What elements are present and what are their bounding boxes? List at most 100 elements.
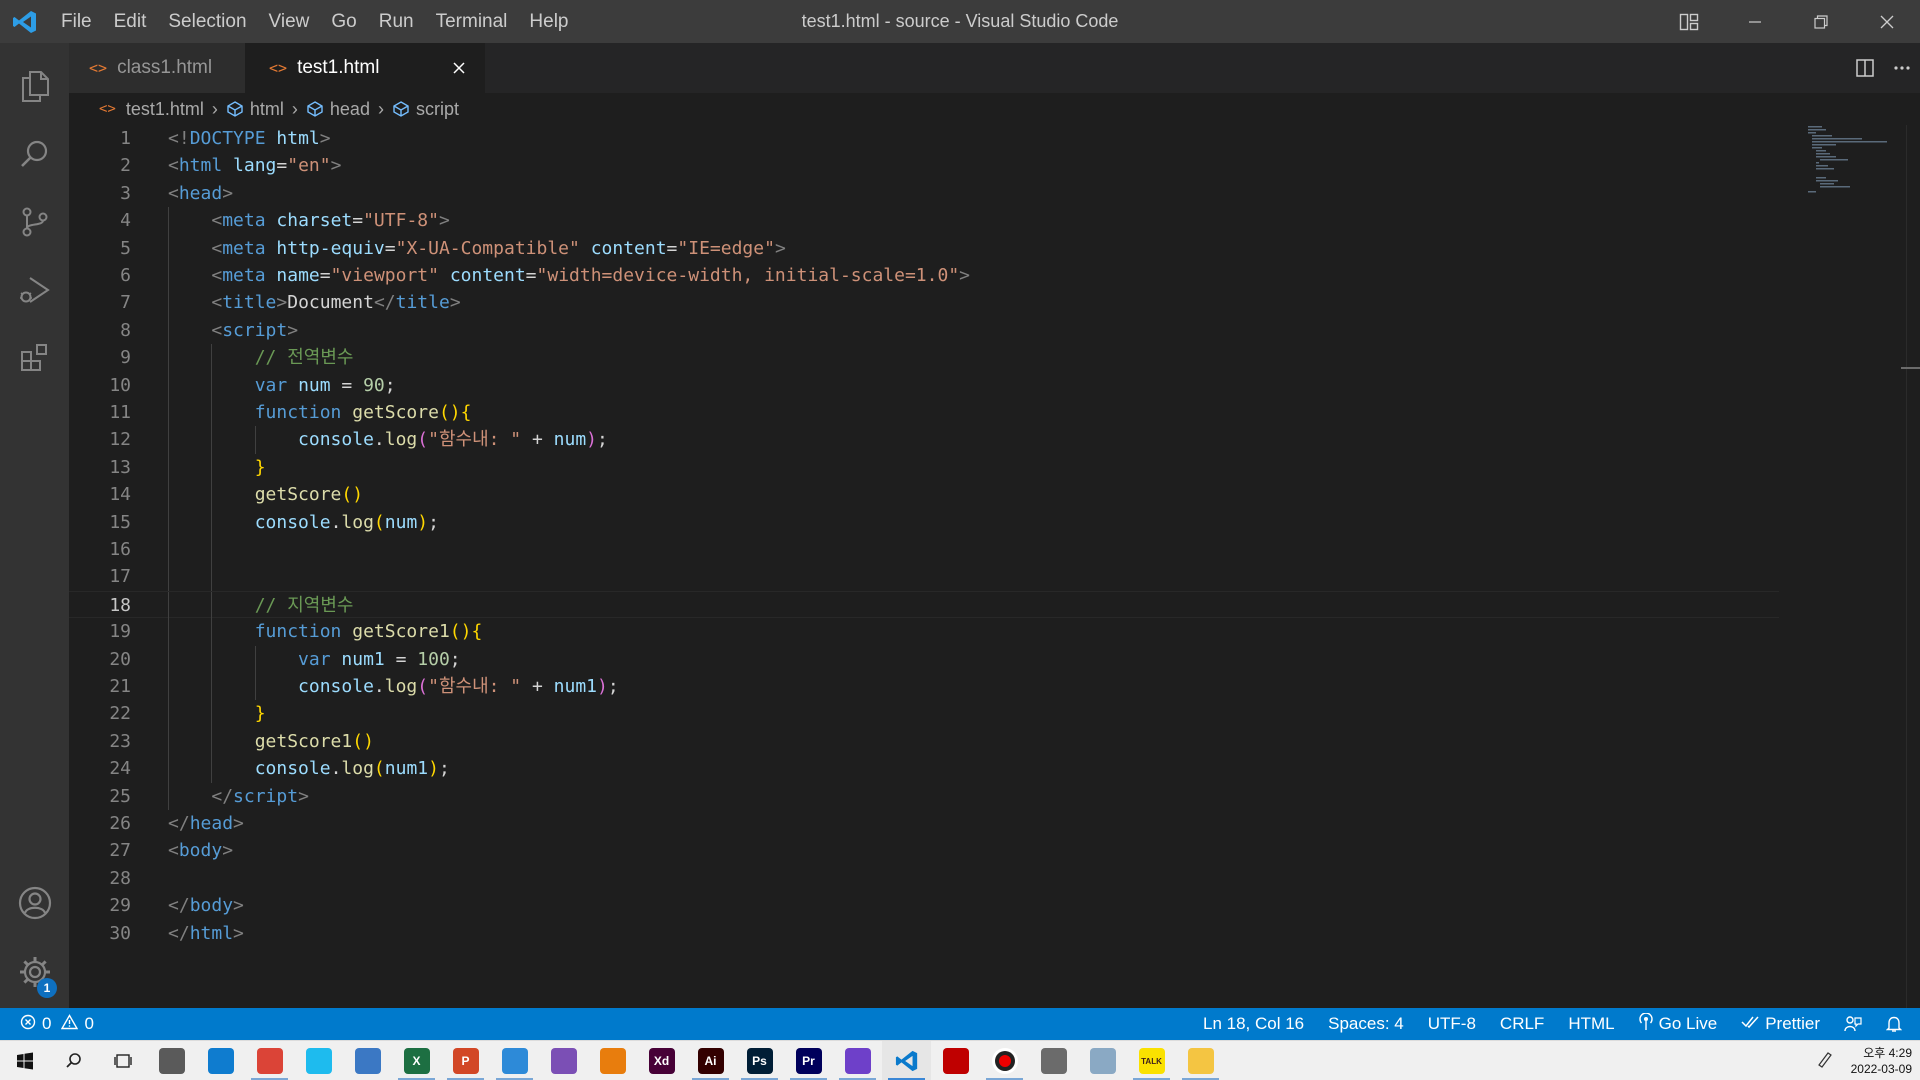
paint-app-icon[interactable] [539, 1041, 588, 1080]
illustrator-icon[interactable]: Ai [686, 1041, 735, 1080]
extensions-icon[interactable] [0, 324, 69, 392]
code-line[interactable]: 23 getScore1() [69, 727, 1779, 756]
chrome-icon[interactable] [245, 1041, 294, 1080]
code-line[interactable]: 13 } [69, 453, 1779, 482]
blender-icon[interactable] [588, 1041, 637, 1080]
close-icon[interactable] [1854, 0, 1920, 43]
explorer-icon[interactable] [0, 52, 69, 120]
code-line[interactable]: 29 </body> [69, 892, 1779, 919]
accounts-icon[interactable] [0, 869, 69, 937]
feedback-icon[interactable] [1832, 1008, 1874, 1040]
code-line[interactable]: 15 console.log(num); [69, 508, 1779, 536]
breadcrumb-script[interactable]: script [392, 99, 459, 120]
search-icon[interactable] [0, 120, 69, 188]
code-line[interactable]: 11 function getScore(){ [69, 399, 1779, 427]
keyboard-app-icon[interactable] [147, 1041, 196, 1080]
control-panel-icon[interactable] [343, 1041, 392, 1080]
manage-gear-icon[interactable]: 1 [0, 938, 69, 1006]
breadcrumb-html[interactable]: html [226, 99, 284, 120]
code-line[interactable]: 8 <script> [69, 316, 1779, 345]
close-icon[interactable] [447, 43, 471, 93]
code-line[interactable]: 22 } [69, 700, 1779, 728]
prettier-button[interactable]: Prettier [1729, 1008, 1832, 1040]
edge-icon[interactable] [196, 1041, 245, 1080]
powerpoint-icon[interactable]: P [441, 1041, 490, 1080]
code-line[interactable]: 26 </head> [69, 810, 1779, 837]
breadcrumb-file[interactable]: <> test1.html [99, 99, 204, 120]
split-editor-icon[interactable] [1846, 43, 1883, 93]
excel-icon[interactable]: X [392, 1041, 441, 1080]
source-control-icon[interactable] [0, 188, 69, 256]
code-line[interactable]: 7 <title>Document</title> [69, 289, 1779, 317]
record-icon[interactable] [980, 1041, 1029, 1080]
minimap[interactable] [1806, 125, 1906, 195]
adobe-xd-icon[interactable]: Xd [637, 1041, 686, 1080]
problems-indicator[interactable]: 0 0 [0, 1013, 94, 1035]
code-line[interactable]: 6 <meta name="viewport" content="width=d… [69, 262, 1779, 290]
menu-terminal[interactable]: Terminal [425, 0, 519, 43]
notifications-bell-icon[interactable] [1874, 1008, 1920, 1040]
language-mode[interactable]: HTML [1556, 1008, 1626, 1040]
indentation[interactable]: Spaces: 4 [1316, 1008, 1416, 1040]
windows-start-icon[interactable] [0, 1041, 49, 1080]
breadcrumb-head[interactable]: head [306, 99, 370, 120]
end-of-line[interactable]: CRLF [1488, 1008, 1556, 1040]
code-line[interactable]: 17 [69, 563, 1779, 591]
layout-icon[interactable] [1656, 0, 1722, 43]
kakaotalk-icon[interactable]: TALK [1127, 1041, 1176, 1080]
code-line[interactable]: 27 <body> [69, 837, 1779, 864]
code-line[interactable]: 24 console.log(num1); [69, 755, 1779, 783]
edge-glyph [207, 1048, 234, 1074]
pen-icon[interactable] [1816, 1050, 1834, 1073]
line-number: 9 [120, 347, 131, 369]
more-actions-icon[interactable] [1883, 43, 1920, 93]
minimize-icon[interactable] [1722, 0, 1788, 43]
code-line[interactable]: 2 <html lang="en"> [69, 152, 1779, 179]
restore-icon[interactable] [1788, 0, 1854, 43]
github-desktop-icon[interactable] [833, 1041, 882, 1080]
menu-run[interactable]: Run [368, 0, 425, 43]
cursor-position[interactable]: Ln 18, Col 16 [1191, 1008, 1316, 1040]
code-line[interactable]: 19 function getScore1(){ [69, 618, 1779, 646]
filezilla-icon[interactable] [931, 1041, 980, 1080]
code-line[interactable]: 12 console.log("함수내: " + num); [69, 426, 1779, 454]
code-line[interactable]: 28 [69, 865, 1779, 892]
code-line[interactable]: 4 <meta charset="UTF-8"> [69, 207, 1779, 235]
code-line[interactable]: 30 </html> [69, 920, 1779, 947]
task-view-icon[interactable] [98, 1041, 147, 1080]
code-line[interactable]: 20 var num1 = 100; [69, 645, 1779, 673]
menu-help[interactable]: Help [518, 0, 579, 43]
calculator-icon[interactable] [1029, 1041, 1078, 1080]
code-line[interactable]: 1 <!DOCTYPE html> [69, 125, 1779, 152]
code-line[interactable]: 14 getScore() [69, 481, 1779, 509]
code-line[interactable]: 9 // 전역변수 [69, 344, 1779, 372]
vscode-icon[interactable] [882, 1041, 931, 1080]
code-line[interactable]: 5 <meta http-equiv="X-UA-Compatible" con… [69, 234, 1779, 262]
internet-explorer-icon[interactable] [294, 1041, 343, 1080]
notepad-icon[interactable] [1078, 1041, 1127, 1080]
tab-test1[interactable]: <> test1.html [245, 43, 485, 93]
code-line[interactable]: 25 </script> [69, 782, 1779, 810]
tab-class1[interactable]: <> class1.html [69, 43, 245, 93]
go-live-button[interactable]: Go Live [1627, 1008, 1730, 1040]
premiere-icon[interactable]: Pr [784, 1041, 833, 1080]
code-line[interactable]: 16 [69, 536, 1779, 564]
code-line[interactable]: 18 // 지역변수 [69, 590, 1779, 620]
menu-edit[interactable]: Edit [103, 0, 158, 43]
code-line[interactable]: 10 var num = 90; [69, 371, 1779, 399]
code-line[interactable]: 21 console.log("함수내: " + num1); [69, 673, 1779, 701]
menu-go[interactable]: Go [320, 0, 367, 43]
file-explorer-icon[interactable] [1176, 1041, 1225, 1080]
code-line[interactable]: 3 <head> [69, 180, 1779, 207]
code-editor[interactable]: 1 <!DOCTYPE html> 2 <html lang="en"> 3 <head>… [69, 125, 1920, 1008]
taskbar-clock[interactable]: 오후 4:29 2022-03-09 [1851, 1041, 1912, 1080]
search-icon[interactable] [49, 1041, 98, 1080]
menu-view[interactable]: View [258, 0, 321, 43]
vertical-scrollbar[interactable] [1906, 125, 1920, 1008]
menu-file[interactable]: File [50, 0, 103, 43]
menu-selection[interactable]: Selection [157, 0, 257, 43]
windows-tile-icon[interactable] [490, 1041, 539, 1080]
encoding[interactable]: UTF-8 [1416, 1008, 1488, 1040]
run-debug-icon[interactable] [0, 256, 69, 324]
photoshop-icon[interactable]: Ps [735, 1041, 784, 1080]
